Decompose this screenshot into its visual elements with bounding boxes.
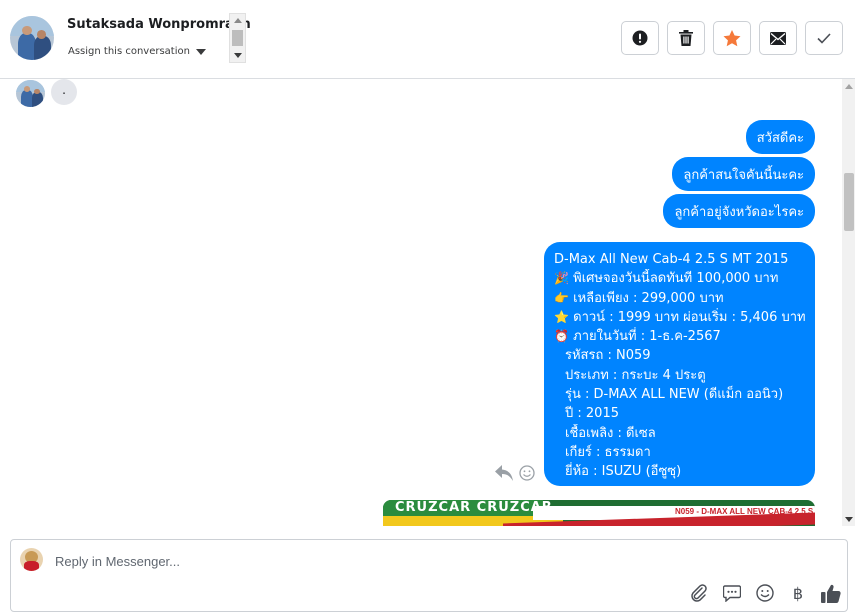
message-actions	[495, 465, 535, 481]
paperclip-icon	[691, 584, 707, 602]
page-avatar	[20, 548, 43, 571]
outgoing-message[interactable]: สวัสดีคะ	[745, 120, 815, 154]
image-logo-text: CRUZCAR CRUZCAR	[395, 500, 553, 515]
trash-icon	[679, 30, 693, 46]
header-scrollbar[interactable]	[229, 13, 246, 63]
like-button[interactable]	[821, 583, 841, 603]
emoji-button[interactable]	[755, 583, 775, 603]
listing-detail: รหัสรถ : N059	[565, 348, 651, 364]
promo-text: พิเศษจองวันนี้ลดทันที 100,000 บาท	[573, 271, 779, 287]
thread-scrollbar[interactable]	[842, 79, 855, 526]
emoji-icon	[756, 584, 774, 602]
scroll-thumb[interactable]	[844, 173, 854, 231]
attach-button[interactable]	[689, 583, 709, 603]
listing-deadline: ⏰ ภายในวันที่ : 1-ธ.ค-2567	[554, 327, 805, 346]
reply-icon[interactable]	[495, 465, 513, 481]
scroll-down-icon[interactable]	[845, 517, 853, 522]
listing-promo: 🎉 พิเศษจองวันนี้ลดทันที 100,000 บาท	[554, 269, 805, 288]
saved-replies-button[interactable]	[722, 583, 742, 603]
star-button[interactable]	[713, 21, 751, 55]
spam-icon	[632, 30, 648, 46]
check-icon	[817, 32, 831, 44]
alarm-clock-icon: ⏰	[554, 329, 569, 344]
contact-avatar[interactable]	[10, 16, 54, 60]
payment-button[interactable]: ฿	[788, 583, 808, 603]
mark-done-button[interactable]	[805, 21, 843, 55]
listing-detail: ยี่ห้อ : ISUZU (อีซูซุ)	[565, 464, 682, 480]
listing-price: 👉 เหลือเพียง : 299,000 บาท	[554, 289, 805, 308]
header-actions	[621, 21, 843, 55]
reply-input[interactable]	[55, 551, 655, 571]
sender-avatar	[16, 80, 45, 107]
listing-detail: ประเภท : กระบะ 4 ประตู	[565, 367, 706, 383]
thumbs-up-icon	[821, 584, 841, 603]
deadline-text: ภายในวันที่ : 1-ธ.ค-2567	[573, 329, 721, 345]
listing-detail: เชื้อเพลิง : ดีเซล	[565, 425, 656, 441]
react-emoji-icon[interactable]	[519, 465, 535, 481]
message-thread[interactable]: . สวัสดีคะ ลูกค้าสนใจคันนี้นะคะ ลูกค้าอย…	[0, 79, 842, 526]
listing-image-attachment[interactable]: CRUZCAR CRUZCAR N059 - D-MAX ALL NEW CAB…	[383, 500, 815, 526]
star-icon	[723, 29, 741, 46]
listing-detail: เกียร์ : ธรรมดา	[565, 444, 651, 460]
party-icon: 🎉	[554, 271, 569, 286]
listing-down-payment: ⭐ ดาวน์ : 1999 บาท ผ่อนเริ่ม : 5,406 บาท	[554, 308, 805, 327]
assign-label: Assign this conversation	[68, 46, 190, 57]
saved-replies-icon	[723, 584, 741, 602]
outgoing-message[interactable]: ลูกค้าสนใจคันนี้นะคะ	[672, 157, 815, 191]
contact-name[interactable]: Sutaksada Wonpromrach	[67, 17, 251, 32]
price-text: เหลือเพียง : 299,000 บาท	[573, 290, 724, 306]
message-composer: ฿	[10, 539, 848, 612]
conversation-header: Sutaksada Wonpromrach Assign this conver…	[0, 0, 855, 79]
outgoing-message[interactable]: ลูกค้าอยู่จังหวัดอะไรคะ	[663, 194, 815, 228]
assign-conversation-dropdown[interactable]: Assign this conversation	[68, 46, 206, 57]
incoming-message[interactable]: .	[51, 79, 77, 105]
scroll-thumb[interactable]	[232, 30, 243, 46]
image-code-text: N059 - D-MAX ALL NEW CAB-4 2.5 S MT	[675, 507, 815, 516]
listing-detail: ปี : 2015	[565, 406, 619, 422]
star-emoji-icon: ⭐	[554, 309, 569, 324]
scroll-down-icon[interactable]	[234, 53, 242, 58]
listing-title: D-Max All New Cab-4 2.5 S MT 2015	[554, 252, 789, 267]
outgoing-listing-message[interactable]: D-Max All New Cab-4 2.5 S MT 2015 🎉 พิเศ…	[544, 242, 815, 486]
mail-icon	[770, 31, 786, 45]
composer-tools: ฿	[689, 583, 841, 603]
baht-icon: ฿	[792, 583, 804, 603]
caret-down-icon	[195, 48, 206, 55]
mark-unread-button[interactable]	[759, 21, 797, 55]
scroll-up-icon[interactable]	[234, 18, 242, 23]
pointing-hand-icon: 👉	[554, 290, 569, 305]
listing-detail: รุ่น : D-MAX ALL NEW (ดีแม็ก ออนิว)	[565, 387, 784, 403]
delete-button[interactable]	[667, 21, 705, 55]
down-payment-text: ดาวน์ : 1999 บาท ผ่อนเริ่ม : 5,406 บาท	[573, 309, 805, 325]
mark-spam-button[interactable]	[621, 21, 659, 55]
scroll-up-icon[interactable]	[845, 84, 853, 89]
